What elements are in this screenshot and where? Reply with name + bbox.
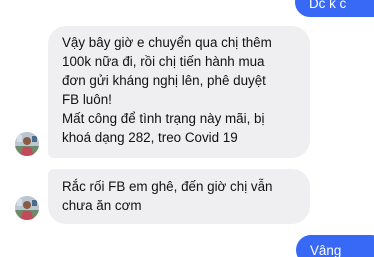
contact-avatar[interactable]: [15, 132, 39, 156]
outgoing-message-bubble[interactable]: Vâng: [296, 235, 374, 257]
message-text: Vậy bây giờ e chuyển qua chị thêm: [62, 35, 272, 50]
message-text: khoá dạng 282, treo Covid 19: [62, 130, 238, 145]
avatar-photo-icon: [15, 132, 39, 156]
incoming-message-bubble[interactable]: Vậy bây giờ e chuyển qua chị thêm 100k n…: [48, 26, 310, 158]
message-text: đơn gửi kháng nghị lên, phê duyệt: [62, 73, 266, 88]
message-text: Dc k c: [309, 0, 347, 11]
outgoing-message-bubble[interactable]: Dc k c: [295, 0, 374, 17]
message-text: chưa ăn cơm: [62, 198, 142, 213]
avatar-photo-icon: [15, 196, 39, 220]
message-text: 100k nữa đi, rồi chị tiến hành mua: [62, 54, 265, 69]
chat-thread: Dc k c Vậy bây giờ e chuyển qua chị thêm…: [0, 0, 374, 257]
message-text: FB luôn!: [62, 92, 112, 107]
message-text: Mất công để tình trạng này mãi, bị: [62, 111, 265, 126]
contact-avatar[interactable]: [15, 196, 39, 220]
incoming-message-bubble[interactable]: Rắc rối FB em ghê, đến giờ chị vẫn chưa …: [48, 169, 310, 224]
message-text: Vâng: [310, 243, 342, 257]
message-text: Rắc rối FB em ghê, đến giờ chị vẫn: [62, 179, 273, 194]
